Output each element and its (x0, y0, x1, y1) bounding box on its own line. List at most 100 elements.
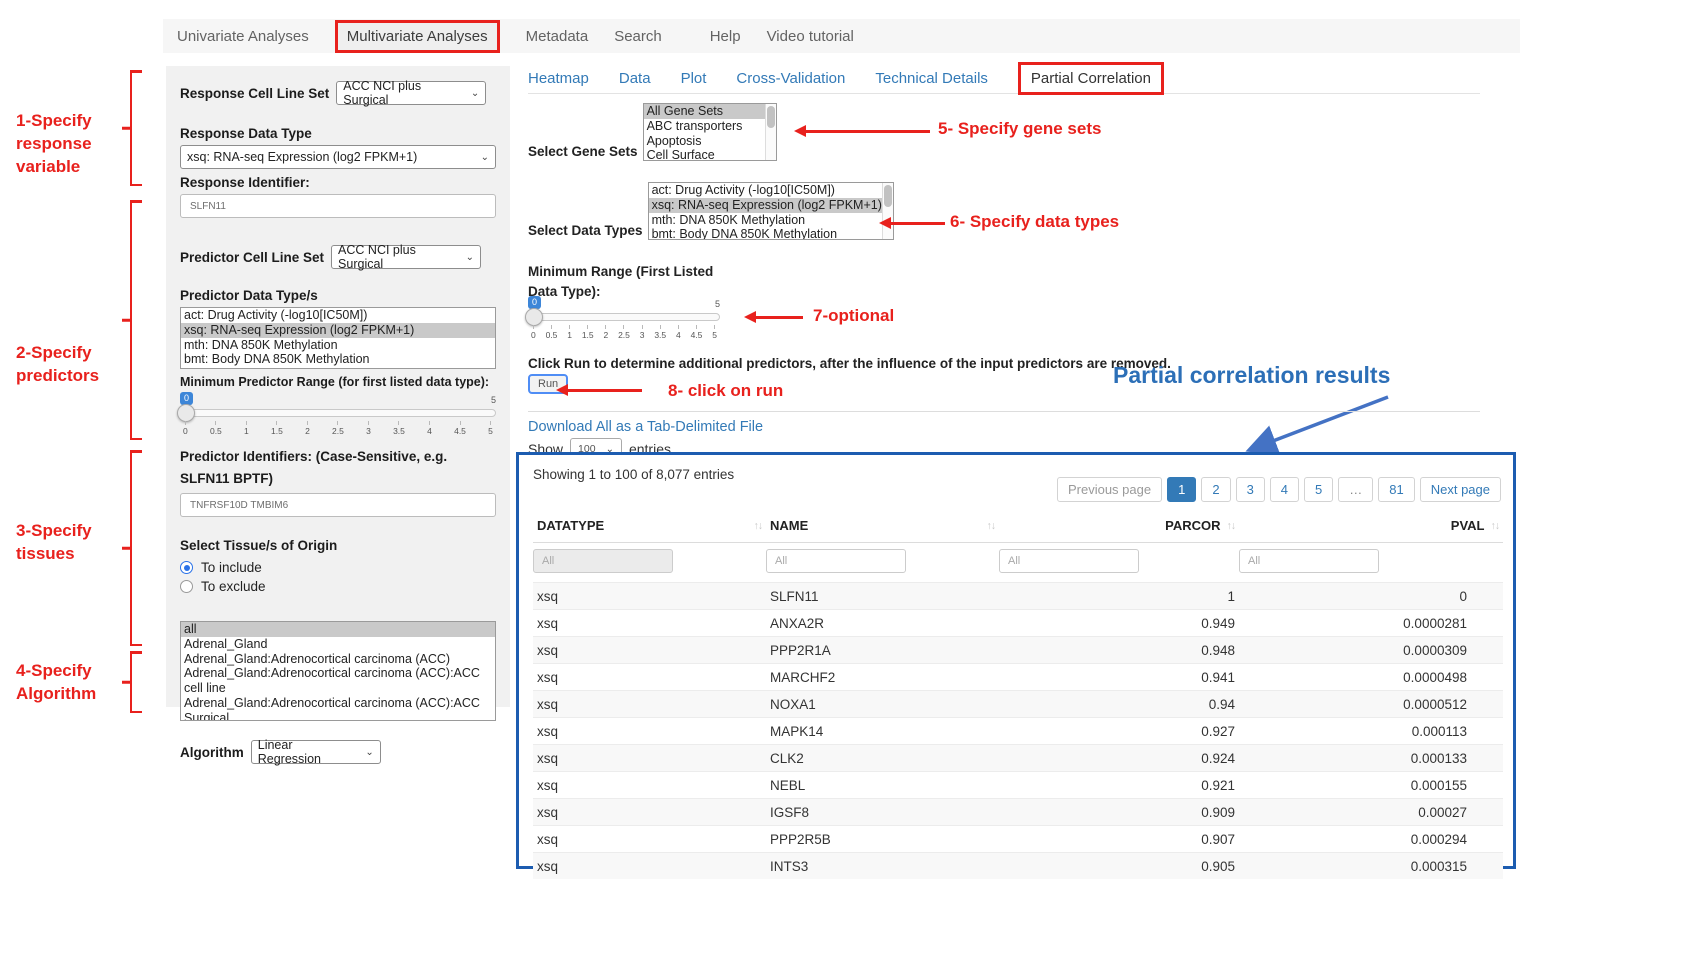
column-header-parcor[interactable]: PARCOR↑↓ (999, 509, 1239, 543)
tissues-exclude-radio[interactable]: To exclude (180, 577, 496, 596)
minimum-range-slider[interactable]: 0 5 0 0.5 1 1.5 2 2.5 3 3.5 4 4.5 5 (528, 296, 720, 344)
tab-cross-validation[interactable]: Cross-Validation (736, 70, 845, 87)
partial-correlation-table: DATATYPE↑↓ NAME↑↓ PARCOR↑↓ PVAL↑↓ (533, 509, 1503, 879)
annotation-step3: 3-Specify tissues (16, 520, 92, 566)
nav-multivariate-analyses[interactable]: Multivariate Analyses (335, 20, 500, 53)
predictor-cell-line-set-select[interactable]: ACC NCI plus Surgical ⌄ (331, 245, 481, 269)
listbox-option[interactable]: ABC transporters (644, 119, 765, 134)
page-button-3[interactable]: 3 (1236, 477, 1265, 502)
annotation-step7: 7-optional (813, 305, 894, 328)
nav-metadata[interactable]: Metadata (526, 28, 589, 45)
radio-selected-icon (180, 561, 193, 574)
listbox-option[interactable]: Adrenal_Gland:Adrenocortical carcinoma (… (181, 666, 495, 696)
slider-value-chip: 0 (180, 392, 193, 405)
page-button-81[interactable]: 81 (1378, 477, 1414, 502)
column-header-name[interactable]: NAME↑↓ (766, 509, 999, 543)
listbox-option[interactable]: act: Drug Activity (-log10[IC50M]) (649, 183, 882, 198)
results-tab-bar: Heatmap Data Plot Cross-Validation Techn… (528, 64, 1480, 94)
table-filter-row (533, 543, 1503, 583)
filter-input-datatype[interactable] (533, 549, 673, 573)
previous-page-button[interactable]: Previous page (1057, 477, 1162, 502)
response-data-type-select[interactable]: xsq: RNA-seq Expression (log2 FPKM+1) ⌄ (180, 145, 496, 169)
page-ellipsis: … (1338, 477, 1373, 502)
listbox-option[interactable]: Adrenal_Gland:Adrenocortical carcinoma (… (181, 696, 495, 721)
table-row[interactable]: xsqCLK2 0.9240.000133 (533, 745, 1503, 772)
showing-entries-text: Showing 1 to 100 of 8,077 entries (533, 467, 734, 482)
data-types-listbox[interactable]: act: Drug Activity (-log10[IC50M]) xsq: … (648, 182, 894, 240)
scrollbar[interactable] (765, 104, 776, 160)
listbox-option[interactable]: Cell Surface (644, 148, 765, 161)
algorithm-select[interactable]: Linear Regression ⌄ (251, 740, 381, 764)
tissues-listbox[interactable]: all Adrenal_Gland Adrenal_Gland:Adrenoco… (180, 621, 496, 721)
sort-icon: ↑↓ (1491, 520, 1500, 532)
nav-video-tutorial[interactable]: Video tutorial (767, 28, 854, 45)
slider-track[interactable] (528, 313, 720, 321)
page-button-2[interactable]: 2 (1201, 477, 1230, 502)
predictor-identifiers-input[interactable] (180, 493, 496, 517)
min-predictor-range-slider[interactable]: 0 5 0 0.5 1 1.5 2 2.5 3 3.5 4 4.5 5 (180, 392, 496, 440)
listbox-option[interactable]: mth: DNA 850K Methylation (649, 213, 882, 228)
listbox-option-selected[interactable]: xsq: RNA-seq Expression (log2 FPKM+1) (181, 323, 495, 338)
chevron-down-icon: ⌄ (481, 152, 489, 163)
nav-search[interactable]: Search (614, 28, 662, 45)
table-row[interactable]: xsqANXA2R 0.9490.0000281 (533, 610, 1503, 637)
column-header-pval[interactable]: PVAL↑↓ (1239, 509, 1503, 543)
listbox-option[interactable]: Apoptosis (644, 134, 765, 149)
gene-sets-listbox[interactable]: All Gene Sets ABC transporters Apoptosis… (643, 103, 777, 161)
slider-handle[interactable] (525, 308, 543, 326)
table-row[interactable]: xsqINTS3 0.9050.000315 (533, 853, 1503, 880)
nav-help[interactable]: Help (710, 28, 741, 45)
table-row[interactable]: xsqIGSF8 0.9090.00027 (533, 799, 1503, 826)
page-button-1[interactable]: 1 (1167, 477, 1196, 502)
tab-partial-correlation[interactable]: Partial Correlation (1018, 62, 1164, 95)
filter-input-parcor[interactable] (999, 549, 1139, 573)
annotation-step6: 6- Specify data types (950, 211, 1119, 234)
tab-heatmap[interactable]: Heatmap (528, 70, 589, 87)
table-row[interactable]: xsqNEBL 0.9210.000155 (533, 772, 1503, 799)
predictor-data-types-listbox[interactable]: act: Drug Activity (-log10[IC50M]) xsq: … (180, 307, 496, 369)
listbox-option-selected[interactable]: all (181, 622, 495, 637)
listbox-option[interactable]: bmt: Body DNA 850K Methylation (181, 352, 495, 367)
download-all-link[interactable]: Download All as a Tab-Delimited File (528, 419, 763, 435)
predictor-data-types-label: Predictor Data Type/s (180, 288, 496, 303)
table-row[interactable]: xsqNOXA1 0.940.0000512 (533, 691, 1503, 718)
tab-plot[interactable]: Plot (681, 70, 707, 87)
response-identifier-input[interactable] (180, 194, 496, 218)
tab-technical-details[interactable]: Technical Details (875, 70, 988, 87)
filter-input-name[interactable] (766, 549, 906, 573)
tab-data[interactable]: Data (619, 70, 651, 87)
listbox-option[interactable]: Adrenal_Gland:Adrenocortical carcinoma (… (181, 652, 495, 667)
page-button-5[interactable]: 5 (1304, 477, 1333, 502)
column-header-datatype[interactable]: DATATYPE↑↓ (533, 509, 766, 543)
table-row[interactable]: xsqSLFN11 10 (533, 583, 1503, 610)
scrollbar-thumb[interactable] (884, 185, 892, 207)
brace-step1 (130, 70, 144, 186)
annotation-step5: 5- Specify gene sets (938, 118, 1101, 141)
table-row[interactable]: xsqPPP2R5B 0.9070.000294 (533, 826, 1503, 853)
chevron-down-icon: ⌄ (466, 252, 474, 263)
next-page-button[interactable]: Next page (1420, 477, 1501, 502)
slider-handle[interactable] (177, 404, 195, 422)
annotation-step4: 4-Specify Algorithm (16, 660, 96, 706)
scrollbar[interactable] (882, 183, 893, 239)
listbox-option-selected[interactable]: All Gene Sets (644, 104, 765, 119)
listbox-option[interactable]: Adrenal_Gland (181, 637, 495, 652)
table-row[interactable]: xsqPPP2R1A 0.9480.0000309 (533, 637, 1503, 664)
filter-input-pval[interactable] (1239, 549, 1379, 573)
nav-univariate-analyses[interactable]: Univariate Analyses (177, 28, 309, 45)
page-button-4[interactable]: 4 (1270, 477, 1299, 502)
listbox-option[interactable]: act: Drug Activity (-log10[IC50M]) (181, 308, 495, 323)
slider-track[interactable] (180, 409, 496, 417)
listbox-option[interactable]: bmt: Body DNA 850K Methylation (649, 227, 882, 240)
blue-arrow-to-table (1230, 392, 1400, 458)
listbox-option-selected[interactable]: xsq: RNA-seq Expression (log2 FPKM+1) (649, 198, 882, 213)
table-row[interactable]: xsqMAPK14 0.9270.000113 (533, 718, 1503, 745)
scrollbar-thumb[interactable] (767, 106, 775, 128)
response-cell-line-set-select[interactable]: ACC NCI plus Surgical ⌄ (336, 81, 486, 105)
red-arrow-gene-sets (805, 130, 930, 133)
table-row[interactable]: xsqMARCHF2 0.9410.0000498 (533, 664, 1503, 691)
listbox-option[interactable]: mth: DNA 850K Methylation (181, 338, 495, 353)
response-identifier-label: Response Identifier: (180, 175, 496, 190)
brace-step4 (130, 651, 144, 713)
tissues-include-radio[interactable]: To include (180, 558, 496, 577)
